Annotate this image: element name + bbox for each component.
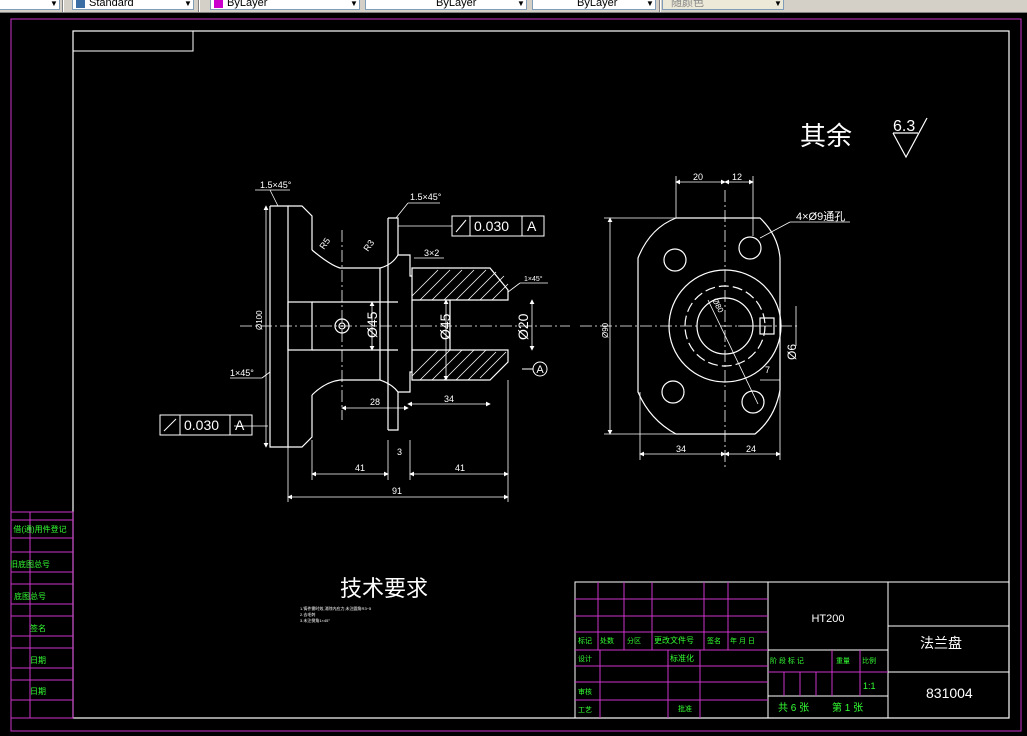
title-row-label: 处数	[600, 636, 614, 645]
length-label: 28	[370, 397, 380, 407]
length-label: 91	[392, 486, 402, 496]
chamfer-label: 1.5×45°	[410, 192, 442, 202]
chevron-down-icon: ▼	[50, 0, 58, 8]
section-view	[269, 205, 509, 448]
tolerance-value: 0.030	[184, 417, 219, 433]
linetype-value: ByLayer	[436, 0, 477, 9]
diameter-label: Ø45	[364, 311, 380, 338]
color-combo[interactable]: ByLayer ▼	[210, 0, 360, 10]
tolerance-frame-lower: 0.030 A	[159, 414, 253, 436]
toolbar-separator	[198, 0, 200, 12]
tolerance-frame-upper: 0.030 A	[451, 215, 545, 237]
tech-note: 2.去毛刺	[300, 611, 315, 617]
holes-label: 4×Ø9通孔	[796, 210, 845, 223]
radius-label: R3	[361, 238, 376, 253]
groove-label: 3×2	[424, 248, 439, 258]
diameter-label: Ø90	[601, 322, 610, 338]
plotstyle-combo: 随颜色 ▼	[662, 0, 784, 10]
toolbar-separator	[62, 0, 64, 12]
lineweight-value: ByLayer	[577, 0, 618, 9]
datum-marker: A	[522, 361, 548, 377]
role-label: 标准化	[670, 653, 694, 663]
chevron-down-icon: ▼	[350, 0, 358, 8]
revision-label: 借(通)用件登记	[13, 524, 66, 534]
toolbar-separator	[659, 0, 661, 12]
textstyle-combo[interactable]: Standard ▼	[72, 0, 194, 10]
tolerance-datum: A	[527, 218, 537, 234]
length-label: 3	[397, 447, 402, 457]
tech-title: 技术要求	[340, 576, 428, 601]
role-label: 设计	[578, 654, 592, 663]
stage-label: 阶 段 标 记	[770, 656, 804, 665]
diameter-label: Ø6	[785, 344, 799, 360]
length-label: 20	[693, 172, 703, 182]
section-hatch	[411, 269, 509, 381]
sheet-border	[10, 18, 1022, 732]
length-label: 41	[455, 463, 465, 473]
diameter-label: Ø45	[437, 313, 453, 340]
drawing-canvas[interactable]: 借(通)用件登记 旧底图总号 底图总号 签名 日期 日期 其余 6.3 0.03…	[0, 13, 1027, 736]
properties-toolbar: ▼ Standard ▼ ByLayer ▼ ByLayer ▼ ByLayer…	[0, 0, 1027, 13]
diameter-label: Ø80	[710, 297, 725, 315]
chevron-down-icon: ▼	[646, 0, 654, 8]
textstyle-value: Standard	[89, 0, 134, 9]
part-name: 法兰盘	[920, 635, 962, 651]
title-row-label: 分区	[627, 636, 641, 645]
chamfer-label: 1×45°	[230, 368, 254, 378]
scale-value: 1:1	[863, 681, 876, 691]
layer-combo[interactable]: ▼	[0, 0, 60, 10]
diameter-label: Ø100	[255, 310, 264, 330]
length-label: 34	[676, 444, 686, 454]
radius-label: R5	[317, 236, 332, 251]
stage-label: 重量	[836, 657, 850, 665]
stage-label: 比例	[862, 656, 876, 665]
revision-label: 底图总号	[14, 591, 46, 601]
revision-label: 旧底图总号	[10, 559, 50, 569]
chamfer-label: 1.5×45°	[260, 180, 292, 190]
chevron-down-icon: ▼	[184, 0, 192, 8]
drawing-number: 831004	[926, 685, 973, 701]
sheet-number: 第 1 张	[832, 701, 863, 714]
chamfer-label: 1×45°	[524, 275, 543, 283]
tech-note: 3.未注倒角1×45°	[300, 617, 330, 623]
chevron-down-icon: ▼	[774, 0, 782, 8]
sheet-count: 共 6 张	[778, 702, 809, 714]
tolerance-datum: A	[235, 417, 245, 433]
color-value: ByLayer	[227, 0, 268, 9]
diameter-label: Ø20	[515, 313, 531, 340]
technical-requirements: 技术要求 1.铸件需时效,消除内应力,未注圆角R3~5 2.去毛刺 3.未注倒角…	[300, 576, 428, 623]
text-style-icon	[76, 0, 85, 8]
tolerance-value: 0.030	[474, 218, 509, 234]
revision-label: 签名	[30, 623, 46, 633]
roughness-value: 6.3	[893, 118, 915, 135]
revision-label: 日期	[30, 656, 46, 665]
section-dimensions	[230, 189, 548, 502]
length-label: 41	[355, 463, 365, 473]
color-swatch-icon	[214, 0, 223, 8]
title-row-label: 更改文件号	[654, 635, 694, 645]
role-label: 审核	[578, 687, 592, 696]
revision-label: 日期	[30, 687, 46, 696]
length-label: 24	[746, 444, 756, 454]
role-label: 批准	[678, 704, 692, 713]
revision-column: 借(通)用件登记 旧底图总号 底图总号 签名 日期 日期	[10, 511, 74, 719]
title-block: 标记 处数 分区 更改文件号 签名 年 月 日 设计 审核 工艺 标准化 批准 …	[574, 581, 1010, 719]
lineweight-combo[interactable]: ByLayer ▼	[532, 0, 656, 10]
plotstyle-value: 随颜色	[671, 0, 704, 9]
length-label: 12	[732, 172, 742, 182]
length-label: 7	[765, 365, 770, 375]
title-row-label: 标记	[578, 636, 592, 645]
roughness-label: 其余	[800, 121, 852, 151]
length-label: 34	[444, 394, 454, 404]
tech-note: 1.铸件需时效,消除内应力,未注圆角R3~5	[300, 605, 372, 611]
role-label: 工艺	[578, 706, 592, 714]
title-row-label: 年 月 日	[730, 636, 755, 645]
datum-label: A	[536, 364, 544, 376]
material-value: HT200	[811, 613, 844, 625]
linetype-combo[interactable]: ByLayer ▼	[365, 0, 527, 10]
title-row-label: 签名	[707, 636, 721, 645]
chevron-down-icon: ▼	[517, 0, 525, 8]
roughness-note: 其余 6.3	[800, 117, 928, 159]
